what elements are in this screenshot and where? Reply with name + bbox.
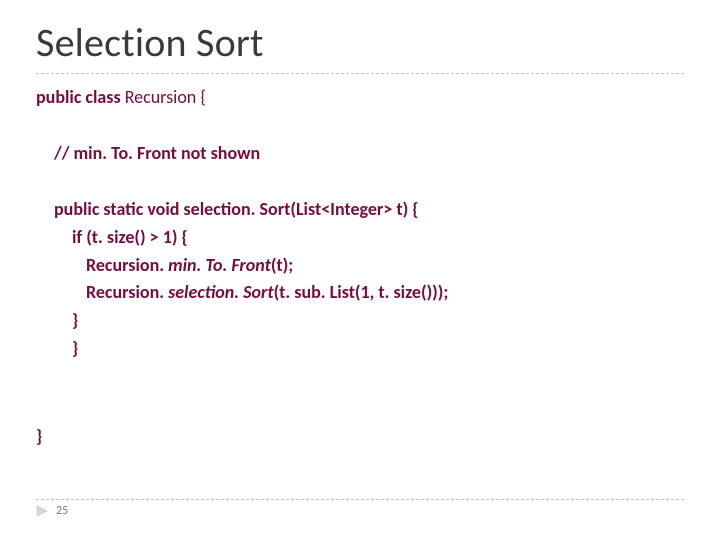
code-line-close-inner: } [36,307,684,335]
footer-divider [36,499,684,500]
call1-method: min. To. Front [168,254,271,276]
code-line-if: if (t. size() > 1) { [36,224,684,252]
footer-bullet-icon [36,505,48,517]
call1-suffix: (t); [271,254,293,276]
blank-gap [36,363,684,423]
slide-footer: 25 [36,499,684,518]
blank-line [36,112,684,140]
blank-line [36,168,684,196]
code-line-close-method: } [36,335,684,363]
code-line-call-1: Recursion. min. To. Front(t); [36,252,684,280]
page-number: 25 [56,504,68,518]
keyword-if: if [72,226,82,248]
class-name-text: Recursion { [121,86,206,108]
if-condition: (t. size() > 1) { [82,226,188,248]
call1-prefix: Recursion. [86,254,168,276]
keyword-public-class: public class [36,86,121,108]
code-block: public class Recursion { // min. To. Fro… [36,84,684,451]
code-line-class-decl: public class Recursion { [36,84,684,112]
code-line-close-class: } [36,423,684,451]
call2-method: selection. Sort [168,281,273,303]
footer-row: 25 [36,504,684,518]
call2-prefix: Recursion. [86,281,168,303]
code-line-call-2: Recursion. selection. Sort(t. sub. List(… [36,279,684,307]
method-sig-rest: selection. Sort(List<Integer> t) { [184,198,419,220]
slide: Selection Sort public class Recursion { … [0,0,720,540]
code-line-comment: // min. To. Front not shown [36,140,684,168]
slide-title: Selection Sort [36,18,684,67]
title-divider [36,73,684,74]
code-line-method-sig: public static void selection. Sort(List<… [36,196,684,224]
keyword-public-static-void: public static void [54,198,184,220]
call2-suffix: (t. sub. List(1, t. size())); [274,281,449,303]
